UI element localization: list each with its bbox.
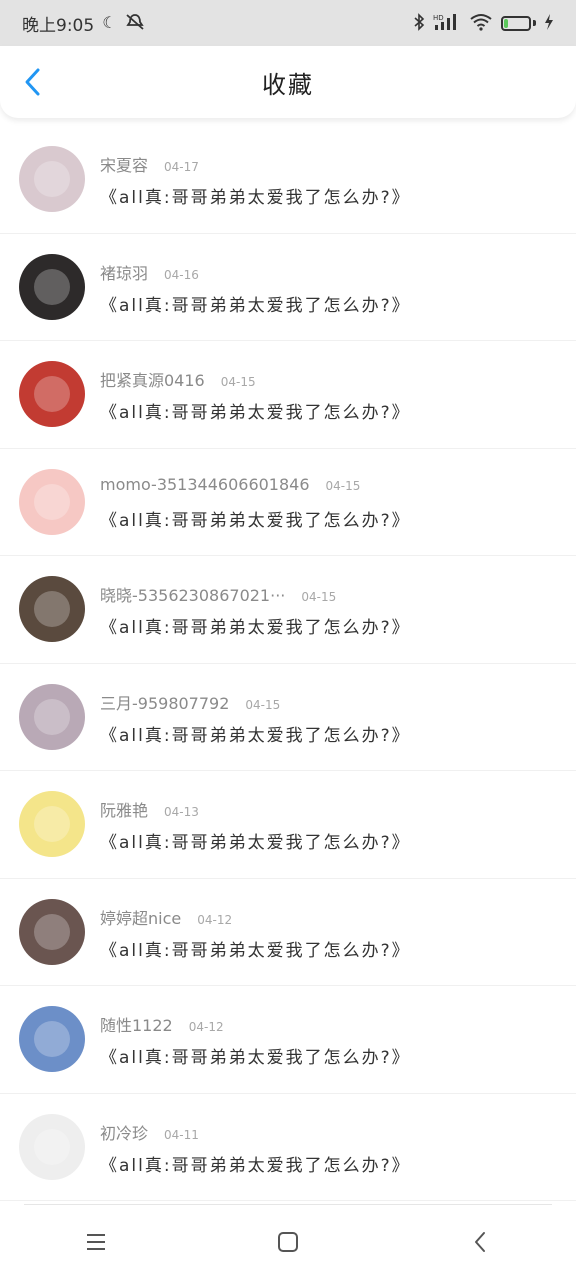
item-meta: momo-351344606601846 04-15	[100, 475, 360, 494]
item-date: 04-13	[164, 805, 199, 819]
item-date: 04-15	[220, 375, 256, 389]
item-snippet: 《all真:哥哥弟弟太爱我了怎么办?》	[100, 1048, 411, 1068]
user-name[interactable]: 随性1122	[100, 1012, 173, 1036]
hd-signal-icon: HD	[433, 13, 461, 34]
list-item[interactable]: 三月-959807792 04-15 《all真:哥哥弟弟太爱我了怎么办?》	[0, 664, 576, 771]
svg-text:HD: HD	[433, 14, 444, 22]
menu-icon	[87, 1234, 105, 1250]
item-snippet: 《all真:哥哥弟弟太爱我了怎么办?》	[100, 510, 411, 531]
status-left: 晚上9:05 ☾	[22, 11, 145, 36]
avatar	[19, 683, 85, 750]
page-title: 收藏	[262, 70, 314, 99]
list-item[interactable]: momo-351344606601846 04-15 《all真:哥哥弟弟太爱我了怎…	[0, 449, 576, 556]
user-name[interactable]: 把紧真源0416	[100, 367, 205, 391]
list-item[interactable]: 褚琼羽 04-16 《all真:哥哥弟弟太爱我了怎么办?》	[0, 234, 576, 341]
back-button[interactable]	[18, 66, 46, 98]
item-meta: 婷婷超nice 04-12	[100, 905, 232, 929]
user-name[interactable]: 宋夏容	[100, 152, 148, 176]
item-date: 04-15	[301, 590, 337, 604]
avatar	[19, 1113, 85, 1180]
item-snippet: 《all真:哥哥弟弟太爱我了怎么办?》	[100, 833, 411, 853]
user-name[interactable]: 褚琼羽	[100, 260, 148, 284]
charging-icon	[544, 13, 554, 34]
list-item[interactable]: 阮雅艳 04-13 《all真:哥哥弟弟太爱我了怎么办?》	[0, 771, 576, 879]
item-meta: 晓晓-5356230867021··· 04-15	[100, 582, 336, 606]
item-snippet: 《all真:哥哥弟弟太爱我了怎么办?》	[100, 940, 411, 961]
list-item[interactable]: 婷婷超nice 04-12 《all真:哥哥弟弟太爱我了怎么办?》	[0, 879, 576, 986]
item-date: 04-17	[164, 160, 199, 174]
item-meta: 褚琼羽 04-16	[100, 260, 199, 284]
avatar	[19, 576, 85, 642]
moon-icon: ☾	[102, 13, 117, 32]
avatar	[19, 468, 85, 535]
item-snippet: 《all真:哥哥弟弟太爱我了怎么办?》	[100, 618, 411, 638]
status-right: HD	[413, 12, 554, 34]
list-item[interactable]: 晓晓-5356230867021··· 04-15 《all真:哥哥弟弟太爱我了怎么…	[0, 556, 576, 664]
item-meta: 三月-959807792 04-15	[100, 690, 280, 714]
avatar	[19, 253, 85, 320]
item-meta: 把紧真源0416 04-15	[100, 367, 256, 391]
item-date: 04-11	[164, 1127, 199, 1142]
back-triangle-icon	[475, 1232, 485, 1252]
list-item[interactable]: 初冷珍 04-11 《all真:哥哥弟弟太爱我了怎么办?》	[0, 1094, 576, 1201]
app-header: 收藏	[0, 46, 576, 118]
chevron-left-icon	[25, 68, 40, 96]
item-date: 04-12	[188, 1020, 224, 1034]
avatar	[19, 1006, 85, 1072]
item-meta: 随性1122 04-12	[100, 1012, 224, 1036]
user-name[interactable]: 初冷珍	[100, 1120, 148, 1144]
item-snippet: 《all真:哥哥弟弟太爱我了怎么办?》	[100, 1155, 411, 1176]
item-date: 04-12	[197, 912, 233, 927]
item-snippet: 《all真:哥哥弟弟太爱我了怎么办?》	[100, 403, 411, 423]
list-item[interactable]: 随性1122 04-12 《all真:哥哥弟弟太爱我了怎么办?》	[0, 986, 576, 1094]
user-name[interactable]: 婷婷超nice	[100, 905, 181, 929]
menu-button[interactable]	[76, 1222, 116, 1262]
status-bar: 晚上9:05 ☾ HD	[0, 0, 576, 46]
bluetooth-icon	[413, 12, 425, 34]
item-date: 04-15	[245, 697, 281, 712]
item-meta: 宋夏容 04-17	[100, 152, 199, 176]
item-meta: 初冷珍 04-11	[100, 1120, 199, 1144]
wifi-icon	[469, 13, 493, 34]
item-snippet: 《all真:哥哥弟弟太爱我了怎么办?》	[100, 725, 411, 746]
list-item[interactable]: 宋夏容 04-17 《all真:哥哥弟弟太爱我了怎么办?》	[0, 126, 576, 234]
mute-icon	[125, 13, 145, 34]
home-button[interactable]	[268, 1222, 308, 1262]
avatar	[19, 146, 85, 212]
battery-icon	[501, 15, 536, 31]
avatar	[19, 791, 85, 857]
item-meta: 阮雅艳 04-13	[100, 797, 199, 821]
status-time: 晚上9:05	[22, 15, 95, 36]
home-square-icon	[278, 1232, 298, 1252]
user-name[interactable]: 阮雅艳	[100, 797, 148, 821]
list-item[interactable]: 把紧真源0416 04-15 《all真:哥哥弟弟太爱我了怎么办?》	[0, 341, 576, 449]
favorites-list: 宋夏容 04-17 《all真:哥哥弟弟太爱我了怎么办?》 褚琼羽 04-16 《all真…	[0, 126, 576, 1201]
system-nav-bar	[0, 1204, 576, 1280]
item-snippet: 《all真:哥哥弟弟太爱我了怎么办?》	[100, 295, 411, 316]
avatar	[19, 361, 85, 427]
user-name[interactable]: 三月-959807792	[100, 690, 229, 714]
avatar	[19, 898, 85, 965]
user-name[interactable]: momo-351344606601846	[100, 475, 310, 494]
item-date: 04-16	[164, 267, 199, 282]
item-snippet: 《all真:哥哥弟弟太爱我了怎么办?》	[100, 188, 411, 208]
user-name[interactable]: 晓晓-5356230867021···	[100, 582, 285, 606]
item-date: 04-15	[325, 478, 361, 493]
system-back-button[interactable]	[460, 1222, 500, 1262]
